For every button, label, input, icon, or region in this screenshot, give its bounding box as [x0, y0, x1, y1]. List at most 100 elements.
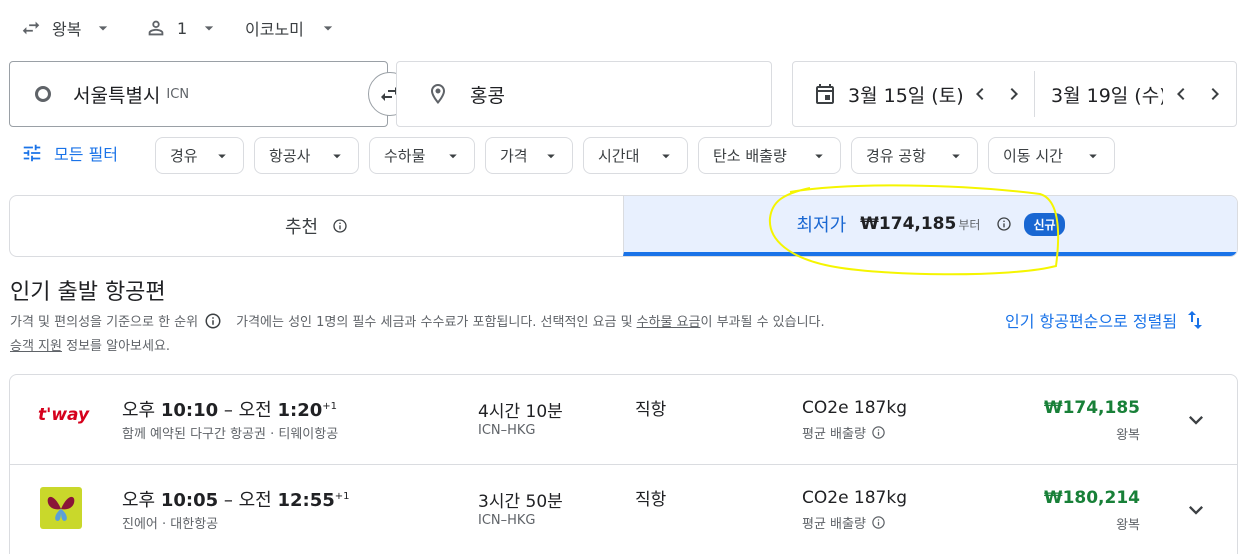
person-icon [148, 20, 164, 36]
chevron-right-icon[interactable] [1203, 82, 1227, 106]
sort-order-label: 인기 항공편순으로 정렬됨 [1005, 312, 1178, 331]
origin-city: 서울특별시 [73, 84, 161, 107]
filter-stops[interactable]: 경유 [155, 137, 244, 174]
flight-duration: 3시간 50분 [478, 492, 563, 512]
airline-note: 함께 예약된 다구간 항공권 · 티웨이항공 [122, 427, 339, 442]
baggage-fee-link[interactable]: 수하물 요금 [637, 311, 701, 330]
return-date[interactable]: 3월 19일 (수) [1051, 81, 1163, 108]
depart-prefix: 오후 [122, 490, 156, 511]
filter-price[interactable]: 가격 [485, 137, 573, 174]
depart-date[interactable]: 3월 15일 (토) [848, 81, 962, 108]
chevron-left-icon[interactable] [1169, 82, 1193, 106]
expand-chevron-icon[interactable] [1182, 496, 1210, 524]
arrival-prefix: – 오전 [223, 400, 272, 421]
section-title: 인기 출발 항공편 [10, 280, 166, 305]
info-icon[interactable] [332, 218, 348, 234]
flight-route: ICN–HKG [478, 513, 536, 528]
dropdown-arrow-icon [662, 154, 670, 158]
flight-route: ICN–HKG [478, 423, 536, 438]
chevron-left-icon[interactable] [968, 82, 992, 106]
info-icon[interactable] [871, 515, 886, 530]
depart-prefix: 오후 [122, 400, 156, 421]
co2-note-label: 평균 배출량 [802, 427, 866, 442]
tab-recommended-label: 추천 [284, 217, 319, 238]
dropdown-arrow-icon [952, 154, 960, 158]
date-divider [1034, 71, 1035, 117]
airline-logo-jinair [40, 487, 82, 529]
co2-emissions: CO2e 187kg [802, 488, 908, 508]
filter-airline[interactable]: 항공사 [254, 137, 359, 174]
flight-stops: 직항 [635, 490, 667, 510]
tab-recommended[interactable]: 추천 [10, 196, 623, 256]
dropdown-arrow-icon [449, 154, 457, 158]
calendar-icon [816, 84, 834, 104]
info-icon[interactable] [871, 425, 886, 440]
day-offset: +1 [322, 401, 337, 412]
trip-type-note: 왕복 [1116, 428, 1140, 443]
flight-row[interactable]: t'way 오후 10:10 – 오전 1:20+1 함께 예약된 다구간 항공… [10, 375, 1237, 465]
ranking-note: 가격 및 편의성을 기준으로 한 순위 [10, 315, 199, 330]
dropdown-arrow-icon [205, 26, 214, 31]
flight-price: ₩174,185 [1043, 398, 1140, 418]
passenger-select[interactable]: 1 [145, 16, 219, 40]
swap-arrows-icon [22, 21, 40, 35]
filter-emissions[interactable]: 탄소 배출량 [698, 137, 841, 174]
airline-note: 진에어 · 대한항공 [122, 517, 219, 532]
filter-duration[interactable]: 이동 시간 [988, 137, 1115, 174]
flight-row[interactable]: 오후 10:05 – 오전 12:55+1 진에어 · 대한항공 3시간 50분… [10, 464, 1237, 554]
fee-note-prefix: 가격에는 성인 1명의 필수 세금과 수수료가 포함됩니다. 선택적인 요금 및 [236, 315, 633, 330]
trip-type-select[interactable]: 왕복 [20, 16, 113, 40]
passenger-count: 1 [177, 18, 188, 38]
dropdown-arrow-icon [218, 154, 226, 158]
arrival-prefix: – 오전 [223, 490, 272, 511]
dropdown-arrow-icon [547, 154, 555, 158]
filter-times[interactable]: 시간대 [583, 137, 688, 174]
filter-price-label: 가격 [500, 147, 528, 165]
info-icon[interactable] [204, 312, 222, 330]
location-pin-icon [431, 84, 445, 104]
expand-chevron-icon[interactable] [1182, 406, 1210, 434]
flight-price: ₩180,214 [1043, 488, 1140, 508]
co2-note: 평균 배출량 [802, 513, 886, 532]
filter-connecting-airports[interactable]: 경유 공항 [851, 137, 978, 174]
help-suffix: 정보를 알아보세요. [66, 339, 171, 354]
cabin-class-label: 이코노미 [245, 20, 304, 39]
fee-note-suffix: 이 부과될 수 있습니다. [700, 315, 825, 330]
filter-connecting-airports-label: 경유 공항 [866, 147, 926, 165]
co2-note-label: 평균 배출량 [802, 517, 866, 532]
passenger-help-link[interactable]: 승객 지원 [10, 339, 62, 354]
filter-baggage-label: 수하물 [384, 147, 426, 165]
trip-type-label: 왕복 [52, 20, 82, 39]
filter-stops-label: 경유 [170, 147, 198, 165]
all-filters-button[interactable]: 모든 필터 [21, 141, 118, 165]
origin-circle-icon [35, 86, 51, 102]
dropdown-arrow-icon [1089, 154, 1097, 158]
arrive-time: 12:55 [277, 490, 335, 511]
co2-note: 평균 배출량 [802, 423, 886, 442]
cabin-class-select[interactable]: 이코노미 [245, 16, 338, 40]
co2-emissions: CO2e 187kg [802, 398, 908, 418]
dropdown-arrow-icon [323, 26, 333, 31]
filter-duration-label: 이동 시간 [1003, 147, 1063, 165]
depart-time: 10:05 [160, 490, 219, 511]
airline-logo-tway: t'way [38, 405, 90, 425]
filter-airline-label: 항공사 [269, 147, 311, 165]
dropdown-arrow-icon [99, 26, 108, 31]
day-offset: +1 [334, 491, 350, 502]
origin-code: ICN [166, 86, 190, 102]
highlight-annotation [768, 184, 1060, 276]
flight-duration: 4시간 10분 [478, 402, 563, 422]
filter-baggage[interactable]: 수하물 [369, 137, 475, 174]
sort-order-button[interactable]: 인기 항공편순으로 정렬됨 [1005, 308, 1207, 332]
destination-field[interactable]: 홍콩 [396, 61, 772, 127]
flight-stops: 직항 [635, 400, 667, 420]
chevron-right-icon[interactable] [1002, 82, 1026, 106]
filter-emissions-label: 탄소 배출량 [713, 147, 787, 165]
origin-field[interactable]: 서울특별시 ICN [9, 61, 388, 127]
sort-arrows-icon [1188, 311, 1203, 329]
filter-times-label: 시간대 [598, 147, 640, 165]
butterfly-icon [47, 496, 75, 521]
destination-city: 홍콩 [470, 84, 505, 107]
date-field: 3월 15일 (토) 3월 19일 (수) [792, 61, 1237, 127]
ranking-info: 가격 및 편의성을 기준으로 한 순위 가격에는 성인 1명의 필수 세금과 수… [10, 311, 825, 330]
